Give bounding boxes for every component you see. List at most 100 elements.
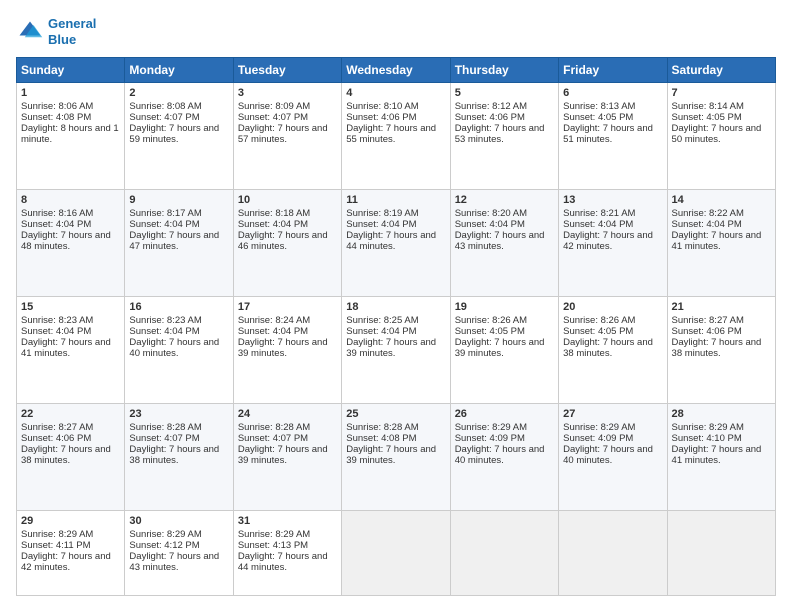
daylight: Daylight: 7 hours and 47 minutes. xyxy=(129,230,219,252)
sunrise: Sunrise: 8:12 AM xyxy=(455,101,527,112)
sunrise: Sunrise: 8:18 AM xyxy=(238,208,310,219)
sunrise: Sunrise: 8:06 AM xyxy=(21,101,93,112)
day-number: 22 xyxy=(21,408,120,420)
day-number: 24 xyxy=(238,408,337,420)
sunrise: Sunrise: 8:17 AM xyxy=(129,208,201,219)
sunset: Sunset: 4:09 PM xyxy=(455,433,525,444)
sunrise: Sunrise: 8:29 AM xyxy=(563,422,635,433)
calendar-cell xyxy=(342,510,450,595)
calendar-cell: 4Sunrise: 8:10 AMSunset: 4:06 PMDaylight… xyxy=(342,83,450,190)
calendar-cell: 17Sunrise: 8:24 AMSunset: 4:04 PMDayligh… xyxy=(233,297,341,404)
daylight: Daylight: 7 hours and 42 minutes. xyxy=(563,230,653,252)
sunrise: Sunrise: 8:29 AM xyxy=(672,422,744,433)
calendar-cell: 28Sunrise: 8:29 AMSunset: 4:10 PMDayligh… xyxy=(667,403,775,510)
sunrise: Sunrise: 8:29 AM xyxy=(238,529,310,540)
sunrise: Sunrise: 8:25 AM xyxy=(346,315,418,326)
calendar-cell: 18Sunrise: 8:25 AMSunset: 4:04 PMDayligh… xyxy=(342,297,450,404)
day-number: 6 xyxy=(563,87,662,99)
day-number: 29 xyxy=(21,515,120,527)
day-number: 26 xyxy=(455,408,554,420)
sunrise: Sunrise: 8:20 AM xyxy=(455,208,527,219)
sunset: Sunset: 4:04 PM xyxy=(455,219,525,230)
sunset: Sunset: 4:07 PM xyxy=(129,112,199,123)
daylight: Daylight: 7 hours and 38 minutes. xyxy=(563,337,653,359)
sunset: Sunset: 4:04 PM xyxy=(563,219,633,230)
daylight: Daylight: 7 hours and 39 minutes. xyxy=(346,337,436,359)
day-number: 4 xyxy=(346,87,445,99)
calendar-cell: 14Sunrise: 8:22 AMSunset: 4:04 PMDayligh… xyxy=(667,190,775,297)
weekday-header: Thursday xyxy=(450,58,558,83)
daylight: Daylight: 7 hours and 50 minutes. xyxy=(672,123,762,145)
day-number: 31 xyxy=(238,515,337,527)
calendar-cell xyxy=(667,510,775,595)
day-number: 14 xyxy=(672,194,771,206)
calendar-cell: 2Sunrise: 8:08 AMSunset: 4:07 PMDaylight… xyxy=(125,83,233,190)
sunset: Sunset: 4:07 PM xyxy=(129,433,199,444)
day-number: 5 xyxy=(455,87,554,99)
daylight: Daylight: 7 hours and 43 minutes. xyxy=(455,230,545,252)
sunrise: Sunrise: 8:28 AM xyxy=(346,422,418,433)
calendar-cell: 9 Sunrise: 8:17 AMSunset: 4:04 PMDaylight… xyxy=(125,190,233,297)
calendar-cell: 21 Sunrise: 8:27 AMSunset: 4:06 PMDayligh… xyxy=(667,297,775,404)
daylight: Daylight: 7 hours and 39 minutes. xyxy=(238,444,328,466)
sunrise: Sunrise: 8:10 AM xyxy=(346,101,418,112)
logo-icon xyxy=(16,18,44,46)
daylight: Daylight: 7 hours and 43 minutes. xyxy=(129,551,219,573)
daylight: Daylight: 7 hours and 46 minutes. xyxy=(238,230,328,252)
calendar-cell: 20Sunrise: 8:26 AMSunset: 4:05 PMDayligh… xyxy=(559,297,667,404)
daylight: Daylight: 7 hours and 39 minutes. xyxy=(238,337,328,359)
day-number: 21 xyxy=(672,301,771,313)
daylight: Daylight: 7 hours and 39 minutes. xyxy=(346,444,436,466)
day-number: 9 xyxy=(129,194,228,206)
daylight: Daylight: 7 hours and 44 minutes. xyxy=(346,230,436,252)
sunrise: Sunrise: 8:26 AM xyxy=(563,315,635,326)
weekday-header: Sunday xyxy=(17,58,125,83)
sunset: Sunset: 4:06 PM xyxy=(672,326,742,337)
daylight: Daylight: 7 hours and 57 minutes. xyxy=(238,123,328,145)
sunrise: Sunrise: 8:29 AM xyxy=(129,529,201,540)
sunrise: Sunrise: 8:21 AM xyxy=(563,208,635,219)
sunrise: Sunrise: 8:13 AM xyxy=(563,101,635,112)
daylight: Daylight: 7 hours and 38 minutes. xyxy=(672,337,762,359)
weekday-header: Friday xyxy=(559,58,667,83)
day-number: 3 xyxy=(238,87,337,99)
weekday-header: Saturday xyxy=(667,58,775,83)
day-number: 12 xyxy=(455,194,554,206)
day-number: 23 xyxy=(129,408,228,420)
sunset: Sunset: 4:09 PM xyxy=(563,433,633,444)
calendar-cell: 11Sunrise: 8:19 AMSunset: 4:04 PMDayligh… xyxy=(342,190,450,297)
daylight: Daylight: 7 hours and 48 minutes. xyxy=(21,230,111,252)
sunrise: Sunrise: 8:28 AM xyxy=(129,422,201,433)
day-number: 28 xyxy=(672,408,771,420)
sunset: Sunset: 4:07 PM xyxy=(238,112,308,123)
sunrise: Sunrise: 8:23 AM xyxy=(21,315,93,326)
sunset: Sunset: 4:04 PM xyxy=(238,219,308,230)
sunset: Sunset: 4:05 PM xyxy=(672,112,742,123)
calendar-header-row: SundayMondayTuesdayWednesdayThursdayFrid… xyxy=(17,58,776,83)
daylight: Daylight: 7 hours and 41 minutes. xyxy=(672,444,762,466)
day-number: 27 xyxy=(563,408,662,420)
weekday-header: Wednesday xyxy=(342,58,450,83)
daylight: Daylight: 7 hours and 55 minutes. xyxy=(346,123,436,145)
daylight: Daylight: 7 hours and 41 minutes. xyxy=(672,230,762,252)
sunset: Sunset: 4:04 PM xyxy=(129,219,199,230)
weekday-header: Tuesday xyxy=(233,58,341,83)
sunrise: Sunrise: 8:09 AM xyxy=(238,101,310,112)
logo-text: General Blue xyxy=(48,16,96,47)
calendar-cell: 15Sunrise: 8:23 AMSunset: 4:04 PMDayligh… xyxy=(17,297,125,404)
calendar-cell xyxy=(559,510,667,595)
day-number: 15 xyxy=(21,301,120,313)
daylight: Daylight: 7 hours and 39 minutes. xyxy=(455,337,545,359)
calendar-week-row: 8Sunrise: 8:16 AMSunset: 4:04 PMDaylight… xyxy=(17,190,776,297)
daylight: Daylight: 7 hours and 40 minutes. xyxy=(563,444,653,466)
day-number: 7 xyxy=(672,87,771,99)
calendar-cell: 6Sunrise: 8:13 AMSunset: 4:05 PMDaylight… xyxy=(559,83,667,190)
sunrise: Sunrise: 8:27 AM xyxy=(672,315,744,326)
day-number: 20 xyxy=(563,301,662,313)
daylight: Daylight: 7 hours and 42 minutes. xyxy=(21,551,111,573)
calendar-cell xyxy=(450,510,558,595)
sunrise: Sunrise: 8:23 AM xyxy=(129,315,201,326)
calendar-cell: 27 Sunrise: 8:29 AMSunset: 4:09 PMDayligh… xyxy=(559,403,667,510)
sunset: Sunset: 4:04 PM xyxy=(238,326,308,337)
day-number: 16 xyxy=(129,301,228,313)
